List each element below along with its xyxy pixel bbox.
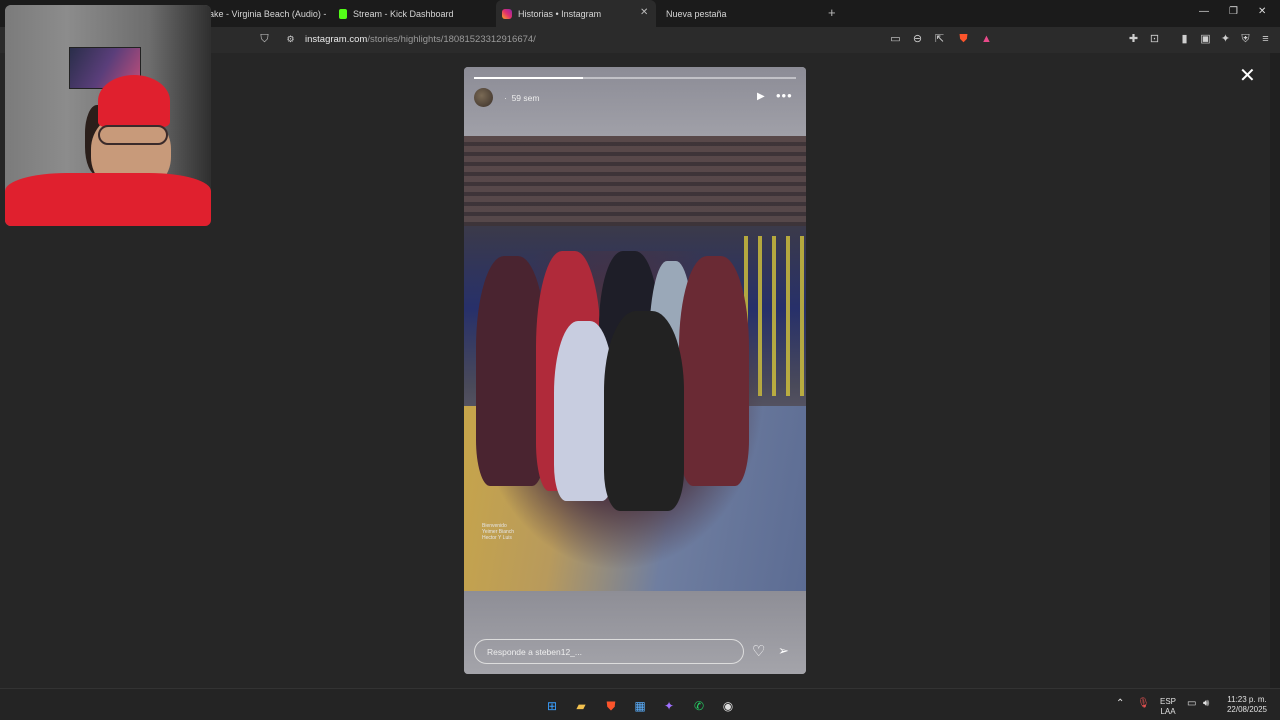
language-indicator[interactable]: ESP LAA: [1158, 697, 1178, 717]
webcam-shirt: [5, 173, 211, 226]
kick-icon: [339, 8, 347, 19]
brave-shields-icon[interactable]: ⛊: [957, 33, 970, 46]
obs-icon[interactable]: ◉: [720, 698, 736, 714]
minimize-icon[interactable]: —: [1199, 6, 1209, 17]
webcam-cap: [98, 75, 170, 127]
reply-input[interactable]: Responde a steben12_...: [474, 639, 744, 664]
wallet-icon[interactable]: ▣: [1199, 33, 1212, 46]
tab-label: Nueva pestaña: [666, 8, 727, 19]
play-icon[interactable]: ▶: [757, 91, 765, 102]
clock[interactable]: 11:23 p. m. 22/08/2025: [1222, 695, 1272, 715]
person-figure: [604, 311, 684, 511]
tab-virginia-beach[interactable]: rake - Virginia Beach (Audio) -: [206, 0, 326, 27]
taskbar: ⊞ ▰ ⛊ ▦ ✦ ✆ ◉ ⌃ 🎙︎ ESP LAA ▭ 🔊︎ 11:23 p.…: [0, 688, 1280, 720]
cast-icon[interactable]: ▭: [889, 33, 902, 46]
tab-label: Stream - Kick Dashboard: [353, 8, 454, 19]
tab-search-icon[interactable]: ⊡: [1148, 33, 1161, 46]
show-hidden-icons[interactable]: ⌃: [1116, 699, 1124, 709]
story-progress-fill: [474, 77, 584, 79]
restore-icon[interactable]: ❐: [1229, 6, 1238, 17]
site-settings-icon[interactable]: ⚙: [284, 33, 297, 46]
game-icon[interactable]: ✦: [661, 698, 677, 714]
leo-ai-icon[interactable]: ✦: [1219, 33, 1232, 46]
tab-label: Historias • Instagram: [518, 8, 602, 19]
story-progress-bar: [474, 77, 796, 79]
volume-icon[interactable]: 🔊︎: [1203, 699, 1209, 709]
whatsapp-icon[interactable]: ✆: [691, 698, 707, 714]
new-tab-button[interactable]: +: [828, 5, 836, 20]
tab-label: rake - Virginia Beach (Audio) -: [206, 8, 326, 19]
vpn-icon[interactable]: ⛨: [1239, 33, 1252, 46]
url-path: /stories/highlights/18081523312916674/: [367, 34, 536, 45]
microphone-icon[interactable]: 🎙︎: [1137, 699, 1150, 709]
bookmark-icon[interactable]: ⛉: [258, 33, 271, 46]
avatar[interactable]: [474, 88, 493, 107]
close-window-icon[interactable]: ✕: [1258, 6, 1266, 17]
network-icon[interactable]: ▭: [1187, 699, 1196, 709]
windows-start-icon[interactable]: ⊞: [544, 698, 560, 714]
sidebar-icon[interactable]: ▮: [1178, 33, 1191, 46]
tab-instagram-stories[interactable]: Historias • Instagram: [496, 0, 656, 27]
scrollbar[interactable]: [1270, 53, 1280, 688]
more-options-icon[interactable]: •••: [776, 88, 793, 103]
tab-kick-dashboard[interactable]: Stream - Kick Dashboard: [333, 0, 493, 27]
brave-rewards-icon[interactable]: ▲: [980, 33, 993, 46]
brave-browser-icon[interactable]: ⛊: [603, 698, 619, 714]
story-time-ago: · 59 sem: [504, 93, 540, 103]
close-story-button[interactable]: ✕: [1239, 66, 1256, 86]
menu-icon[interactable]: ≡: [1259, 33, 1272, 46]
webcam-overlay: [5, 5, 211, 226]
tab-new-tab[interactable]: Nueva pestaña: [660, 0, 820, 27]
person-figure: [679, 256, 749, 486]
webcam-glasses: [98, 125, 168, 145]
send-icon[interactable]: ➢: [778, 643, 789, 659]
photo-roof: [464, 136, 806, 226]
instagram-icon: [502, 8, 512, 19]
zoom-icon[interactable]: ⊖: [911, 33, 924, 46]
close-tab-icon[interactable]: ✕: [640, 7, 648, 18]
story-viewer: · 59 sem ▶ ••• Bienvenido Yeimer Bianch …: [464, 67, 806, 674]
store-icon[interactable]: ▦: [632, 698, 648, 714]
address-bar[interactable]: instagram.com/stories/highlights/1808152…: [305, 34, 536, 45]
share-icon[interactable]: ⇱: [933, 33, 946, 46]
like-icon[interactable]: ♡: [752, 642, 765, 660]
photo-watermark: Bienvenido Yeimer Bianch Hector Y Luis: [482, 523, 515, 541]
url-host: instagram.com: [305, 34, 368, 45]
story-photo: Bienvenido Yeimer Bianch Hector Y Luis: [464, 136, 806, 591]
extensions-icon[interactable]: ✚: [1127, 33, 1140, 46]
file-explorer-icon[interactable]: ▰: [573, 698, 589, 714]
